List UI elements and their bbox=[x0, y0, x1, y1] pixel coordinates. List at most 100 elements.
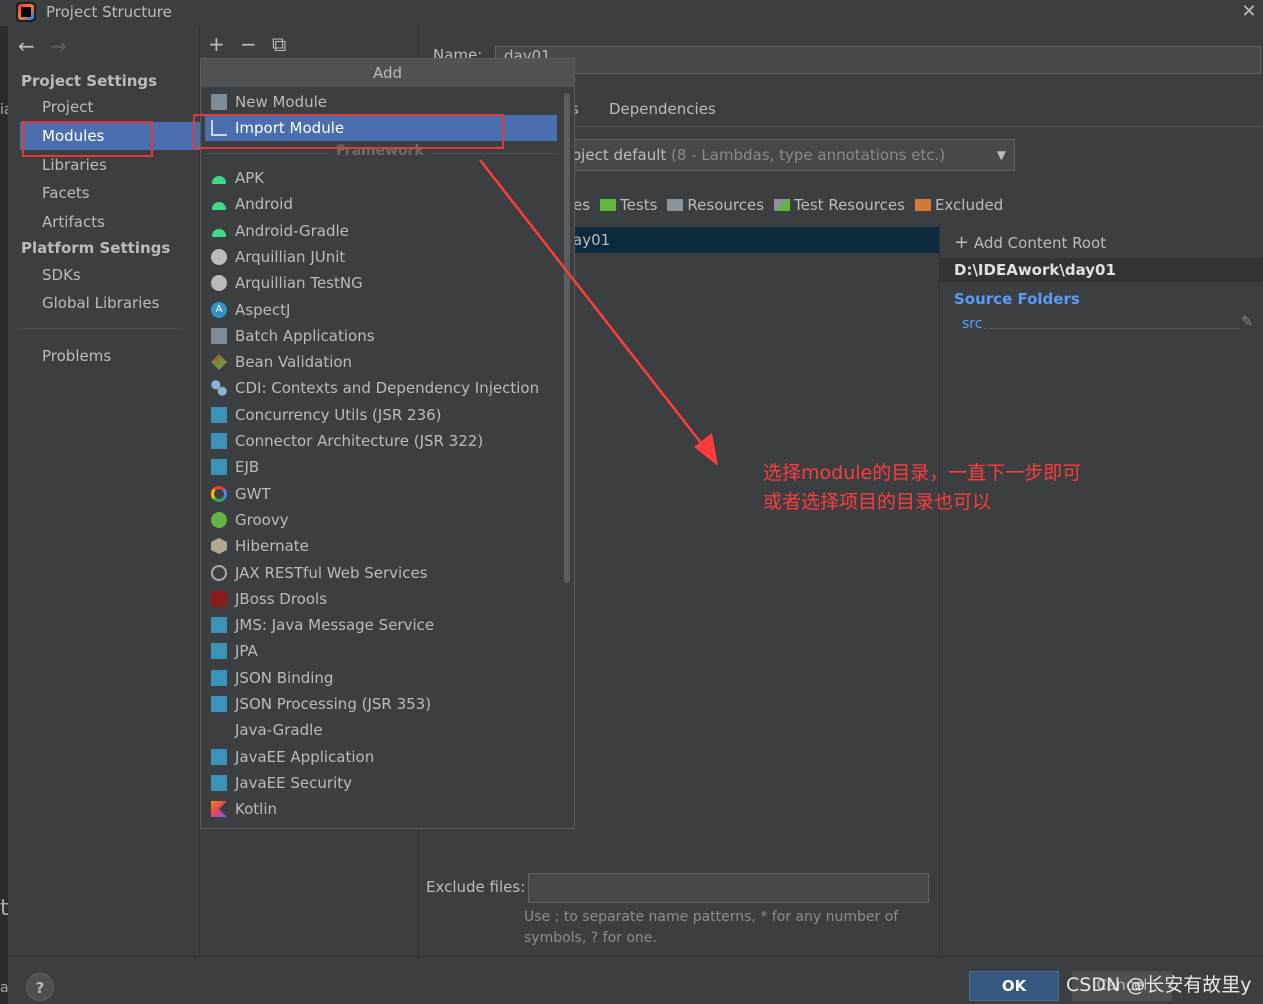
exclude-files-hint: Use ; to separate name patterns, * for a… bbox=[524, 909, 899, 946]
mark-as-toolbar: es Tests Resources Test Resources Exclud… bbox=[573, 196, 1003, 214]
menu-item-framework[interactable]: Android bbox=[205, 191, 557, 217]
language-level-select[interactable]: oject default (8 - Lambdas, type annotat… bbox=[569, 139, 1015, 171]
arquillian-icon bbox=[211, 249, 227, 265]
sidebar-item-artifacts[interactable]: Artifacts bbox=[20, 208, 200, 236]
popup-scrollbar[interactable] bbox=[564, 93, 570, 583]
framework-label-text: Arquillian JUnit bbox=[235, 248, 346, 266]
import-module-highlight-box bbox=[193, 114, 504, 149]
menu-item-framework[interactable]: Hibernate bbox=[205, 533, 557, 559]
content-root-panel: + Add Content Root D:\IDEAwork\day01 Sou… bbox=[939, 224, 1263, 956]
menu-item-framework[interactable]: GWT bbox=[205, 481, 557, 507]
framework-label-text: Concurrency Utils (JSR 236) bbox=[235, 406, 442, 424]
menu-item-framework[interactable]: JBoss Drools bbox=[205, 586, 557, 612]
window-title: Project Structure bbox=[46, 3, 172, 21]
add-icon[interactable]: + bbox=[208, 32, 225, 56]
framework-label-text: EJB bbox=[235, 458, 260, 476]
menu-item-framework[interactable]: Arquillian TestNG bbox=[205, 270, 557, 296]
csdn-watermark: CSDN @长安有故里y bbox=[1066, 974, 1252, 996]
framework-label-text: Arquillian TestNG bbox=[235, 274, 363, 292]
javaee-icon bbox=[211, 617, 227, 633]
annotation-line-2: 或者选择项目的目录也可以 bbox=[763, 491, 992, 513]
framework-label-text: JSON Binding bbox=[235, 669, 334, 687]
menu-item-framework[interactable]: EJB bbox=[205, 454, 557, 480]
kotlin-icon bbox=[211, 801, 227, 817]
menu-item-framework[interactable]: Kotlin bbox=[205, 796, 557, 822]
test-resources-folder-icon bbox=[774, 199, 791, 211]
edit-pencil-icon[interactable]: ✎ bbox=[1241, 314, 1253, 330]
javaee-icon bbox=[211, 749, 227, 765]
content-root-path[interactable]: D:\IDEAwork\day01 bbox=[940, 258, 1263, 282]
hibernate-icon bbox=[211, 538, 227, 554]
android-icon bbox=[211, 223, 227, 239]
mark-test-resources-button[interactable]: Test Resources bbox=[774, 196, 905, 214]
menu-item-framework[interactable]: JAX RESTful Web Services bbox=[205, 560, 557, 586]
menu-item-framework[interactable]: Bean Validation bbox=[205, 349, 557, 375]
copy-icon[interactable]: ⧉ bbox=[272, 32, 286, 56]
mark-resources-button[interactable]: Resources bbox=[667, 196, 764, 214]
framework-label-text: JBoss Drools bbox=[235, 590, 328, 608]
menu-item-framework[interactable]: JMS: Java Message Service bbox=[205, 612, 557, 638]
menu-item-framework[interactable]: JSON Processing (JSR 353) bbox=[205, 691, 557, 717]
mark-sources-button[interactable]: es bbox=[573, 196, 590, 214]
module-name-field[interactable]: day01 bbox=[495, 46, 1261, 74]
sidebar: ← → Project Settings Project Modules Lib… bbox=[8, 26, 200, 956]
menu-item-framework[interactable]: Concurrency Utils (JSR 236) bbox=[205, 402, 557, 428]
mark-tests-button[interactable]: Tests bbox=[600, 196, 657, 214]
framework-label-text: JMS: Java Message Service bbox=[235, 616, 435, 634]
sidebar-item-global-libraries[interactable]: Global Libraries bbox=[20, 289, 200, 317]
menu-item-framework[interactable]: JavaEE Application bbox=[205, 744, 557, 770]
framework-label-text: JavaEE Security bbox=[235, 774, 353, 792]
menu-item-framework[interactable]: CDI: Contexts and Dependency Injection bbox=[205, 375, 557, 401]
source-folder-src[interactable]: src bbox=[962, 316, 982, 332]
sidebar-item-project[interactable]: Project bbox=[20, 93, 200, 121]
source-folder-dots bbox=[984, 328, 1240, 329]
javaee-icon bbox=[211, 775, 227, 791]
back-arrow-icon[interactable]: ← bbox=[18, 34, 35, 58]
tab-dependencies[interactable]: Dependencies bbox=[609, 100, 716, 118]
framework-label-text: Groovy bbox=[235, 511, 289, 529]
tests-folder-icon bbox=[600, 199, 617, 211]
menu-item-framework[interactable]: JPA bbox=[205, 638, 557, 664]
aspectj-icon: A bbox=[211, 302, 227, 318]
bean-icon bbox=[211, 354, 227, 370]
mark-excluded-button[interactable]: Excluded bbox=[914, 196, 1003, 214]
menu-item-framework[interactable]: APK bbox=[205, 165, 557, 191]
exclude-files-input[interactable] bbox=[528, 873, 929, 903]
help-button[interactable]: ? bbox=[26, 973, 54, 1001]
close-icon[interactable]: ✕ bbox=[1239, 1, 1259, 22]
title-bar: Project Structure ✕ bbox=[0, 0, 1263, 26]
menu-item-framework[interactable]: A AspectJ bbox=[205, 297, 557, 323]
framework-label-text: APK bbox=[235, 169, 265, 187]
menu-item-framework[interactable]: Arquillian JUnit bbox=[205, 244, 557, 270]
javaee-icon bbox=[211, 643, 227, 659]
framework-label-text: JPA bbox=[235, 642, 258, 660]
menu-item-framework[interactable]: JavaEE Security bbox=[205, 770, 557, 796]
sidebar-divider bbox=[20, 328, 180, 329]
framework-label-text: Bean Validation bbox=[235, 353, 353, 371]
menu-item-framework[interactable]: Android-Gradle bbox=[205, 218, 557, 244]
language-level-hint: (8 - Lambdas, type annotations etc.) bbox=[671, 146, 946, 164]
framework-label-text: Hibernate bbox=[235, 537, 309, 555]
framework-label-text: JAX RESTful Web Services bbox=[235, 564, 428, 582]
menu-item-framework[interactable]: JSON Binding bbox=[205, 665, 557, 691]
sidebar-item-problems[interactable]: Problems bbox=[20, 342, 200, 370]
remove-icon[interactable]: − bbox=[240, 32, 257, 56]
groovy-icon bbox=[211, 512, 227, 528]
ok-button[interactable]: OK bbox=[969, 971, 1059, 1001]
menu-item-framework[interactable]: Batch Applications bbox=[205, 323, 557, 349]
sidebar-item-sdks[interactable]: SDKs bbox=[20, 261, 200, 289]
framework-label-text: GWT bbox=[235, 485, 271, 503]
menu-item-framework[interactable]: Java-Gradle bbox=[205, 717, 557, 743]
menu-item-framework[interactable]: Groovy bbox=[205, 507, 557, 533]
framework-label-text: Android-Gradle bbox=[235, 222, 349, 240]
framework-label-text: Android bbox=[235, 195, 293, 213]
menu-item-framework[interactable]: Connector Architecture (JSR 322) bbox=[205, 428, 557, 454]
sidebar-item-facets[interactable]: Facets bbox=[20, 179, 200, 207]
framework-label-text: Connector Architecture (JSR 322) bbox=[235, 432, 484, 450]
framework-label-text: JavaEE Application bbox=[235, 748, 375, 766]
content-tree-root-row[interactable]: ay01 bbox=[569, 227, 939, 253]
framework-label-text: JSON Processing (JSR 353) bbox=[235, 695, 432, 713]
menu-item-new-module[interactable]: New Module bbox=[205, 89, 557, 115]
android-icon bbox=[211, 170, 227, 186]
add-content-root-button[interactable]: + Add Content Root bbox=[954, 232, 1106, 253]
